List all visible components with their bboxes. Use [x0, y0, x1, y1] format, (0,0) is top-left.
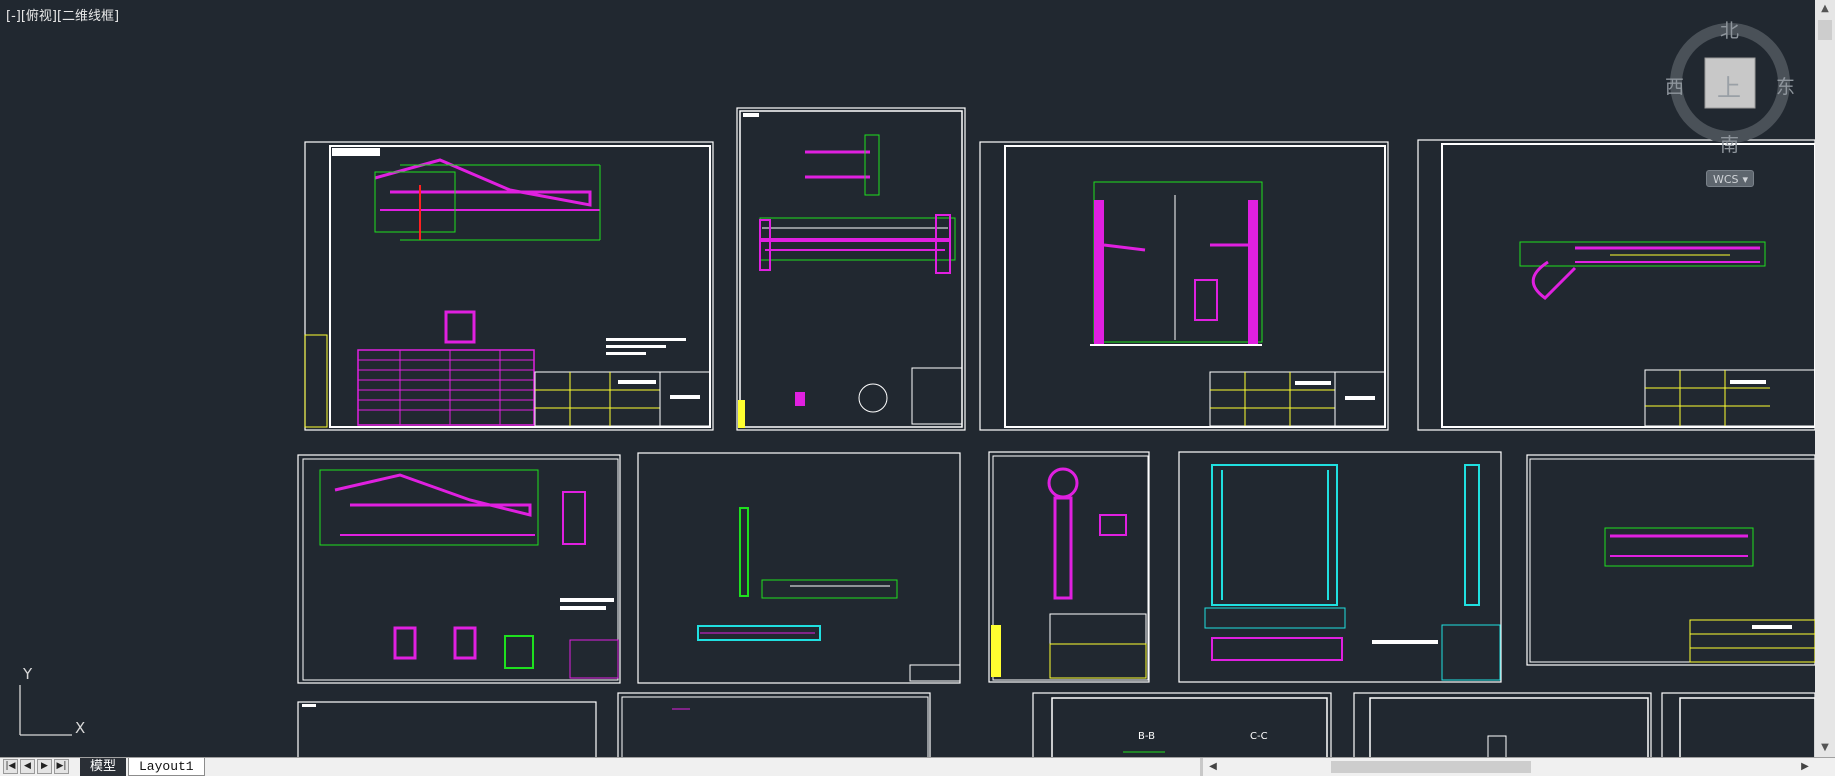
compass-west[interactable]: 西 [1665, 72, 1684, 99]
compass-north[interactable]: 北 [1720, 16, 1739, 43]
compass-east[interactable]: 东 [1776, 72, 1795, 99]
horizontal-scrollbar[interactable]: ◀ ▶ [1205, 758, 1815, 776]
scrollbar-splitter[interactable] [1200, 758, 1203, 776]
up-arrow-icon[interactable]: ▲ [1815, 0, 1835, 18]
drawing-sheet-5[interactable] [297, 454, 621, 684]
drawing-sheet-14[interactable] [1661, 692, 1815, 757]
section-label-cc: C-C [1250, 731, 1268, 742]
drawing-sheet-8[interactable] [1178, 451, 1502, 683]
drawing-sheet-13[interactable] [1353, 692, 1652, 757]
drawing-sheet-1[interactable] [304, 141, 714, 431]
tab-model[interactable]: 模型 [80, 758, 127, 776]
drawing-sheet-6[interactable] [637, 452, 961, 684]
last-icon[interactable]: ▶| [54, 759, 69, 774]
drawing-sheets [19, 107, 1815, 757]
ucs-y-label: Y [23, 665, 33, 683]
wcs-menu-button[interactable]: WCS ▾ [1706, 170, 1754, 187]
drawing-sheet-3[interactable] [979, 141, 1389, 431]
drawing-sheet-10[interactable] [297, 701, 597, 757]
viewport-controls-label[interactable]: [-][俯视][二维线框] [6, 5, 119, 24]
chevron-down-icon: ▾ [1742, 173, 1748, 186]
wcs-label: WCS [1713, 173, 1739, 186]
left-arrow-icon[interactable]: ◀ [1205, 758, 1221, 776]
next-icon[interactable]: ▶ [37, 759, 52, 774]
vertical-scroll-thumb[interactable] [1818, 20, 1832, 40]
horizontal-scroll-thumb[interactable] [1331, 761, 1531, 773]
tab-layout1[interactable]: Layout1 [128, 758, 205, 776]
vertical-scrollbar[interactable]: ▲ ▼ [1815, 0, 1835, 757]
ucs-icon [19, 685, 72, 736]
layout-tab-bar: |◀ ◀ ▶ ▶| 模型 Layout1 ◀ ▶ [0, 757, 1835, 776]
drawing-sheet-4[interactable] [1417, 139, 1815, 431]
drawing-sheet-7[interactable] [988, 451, 1150, 683]
first-icon[interactable]: |◀ [3, 759, 18, 774]
ucs-x-label: X [75, 719, 86, 737]
model-space-canvas[interactable]: Y X B-B C-C [-][俯视][二维线框] 北 西 东 南 上 WCS … [0, 0, 1815, 757]
drawing-sheet-11[interactable] [617, 692, 931, 757]
down-arrow-icon[interactable]: ▼ [1815, 739, 1835, 757]
drawing-sheet-9[interactable] [1526, 454, 1815, 666]
drawing-sheet-12[interactable] [1032, 692, 1332, 757]
drawing-sheet-2[interactable] [736, 107, 966, 431]
right-arrow-icon[interactable]: ▶ [1797, 758, 1813, 776]
compass-south[interactable]: 南 [1720, 130, 1739, 157]
viewcube[interactable]: 北 西 东 南 上 [1660, 10, 1800, 170]
section-label-bb: B-B [1138, 731, 1155, 742]
viewcube-top-face[interactable]: 上 [1717, 68, 1741, 103]
prev-icon[interactable]: ◀ [20, 759, 35, 774]
